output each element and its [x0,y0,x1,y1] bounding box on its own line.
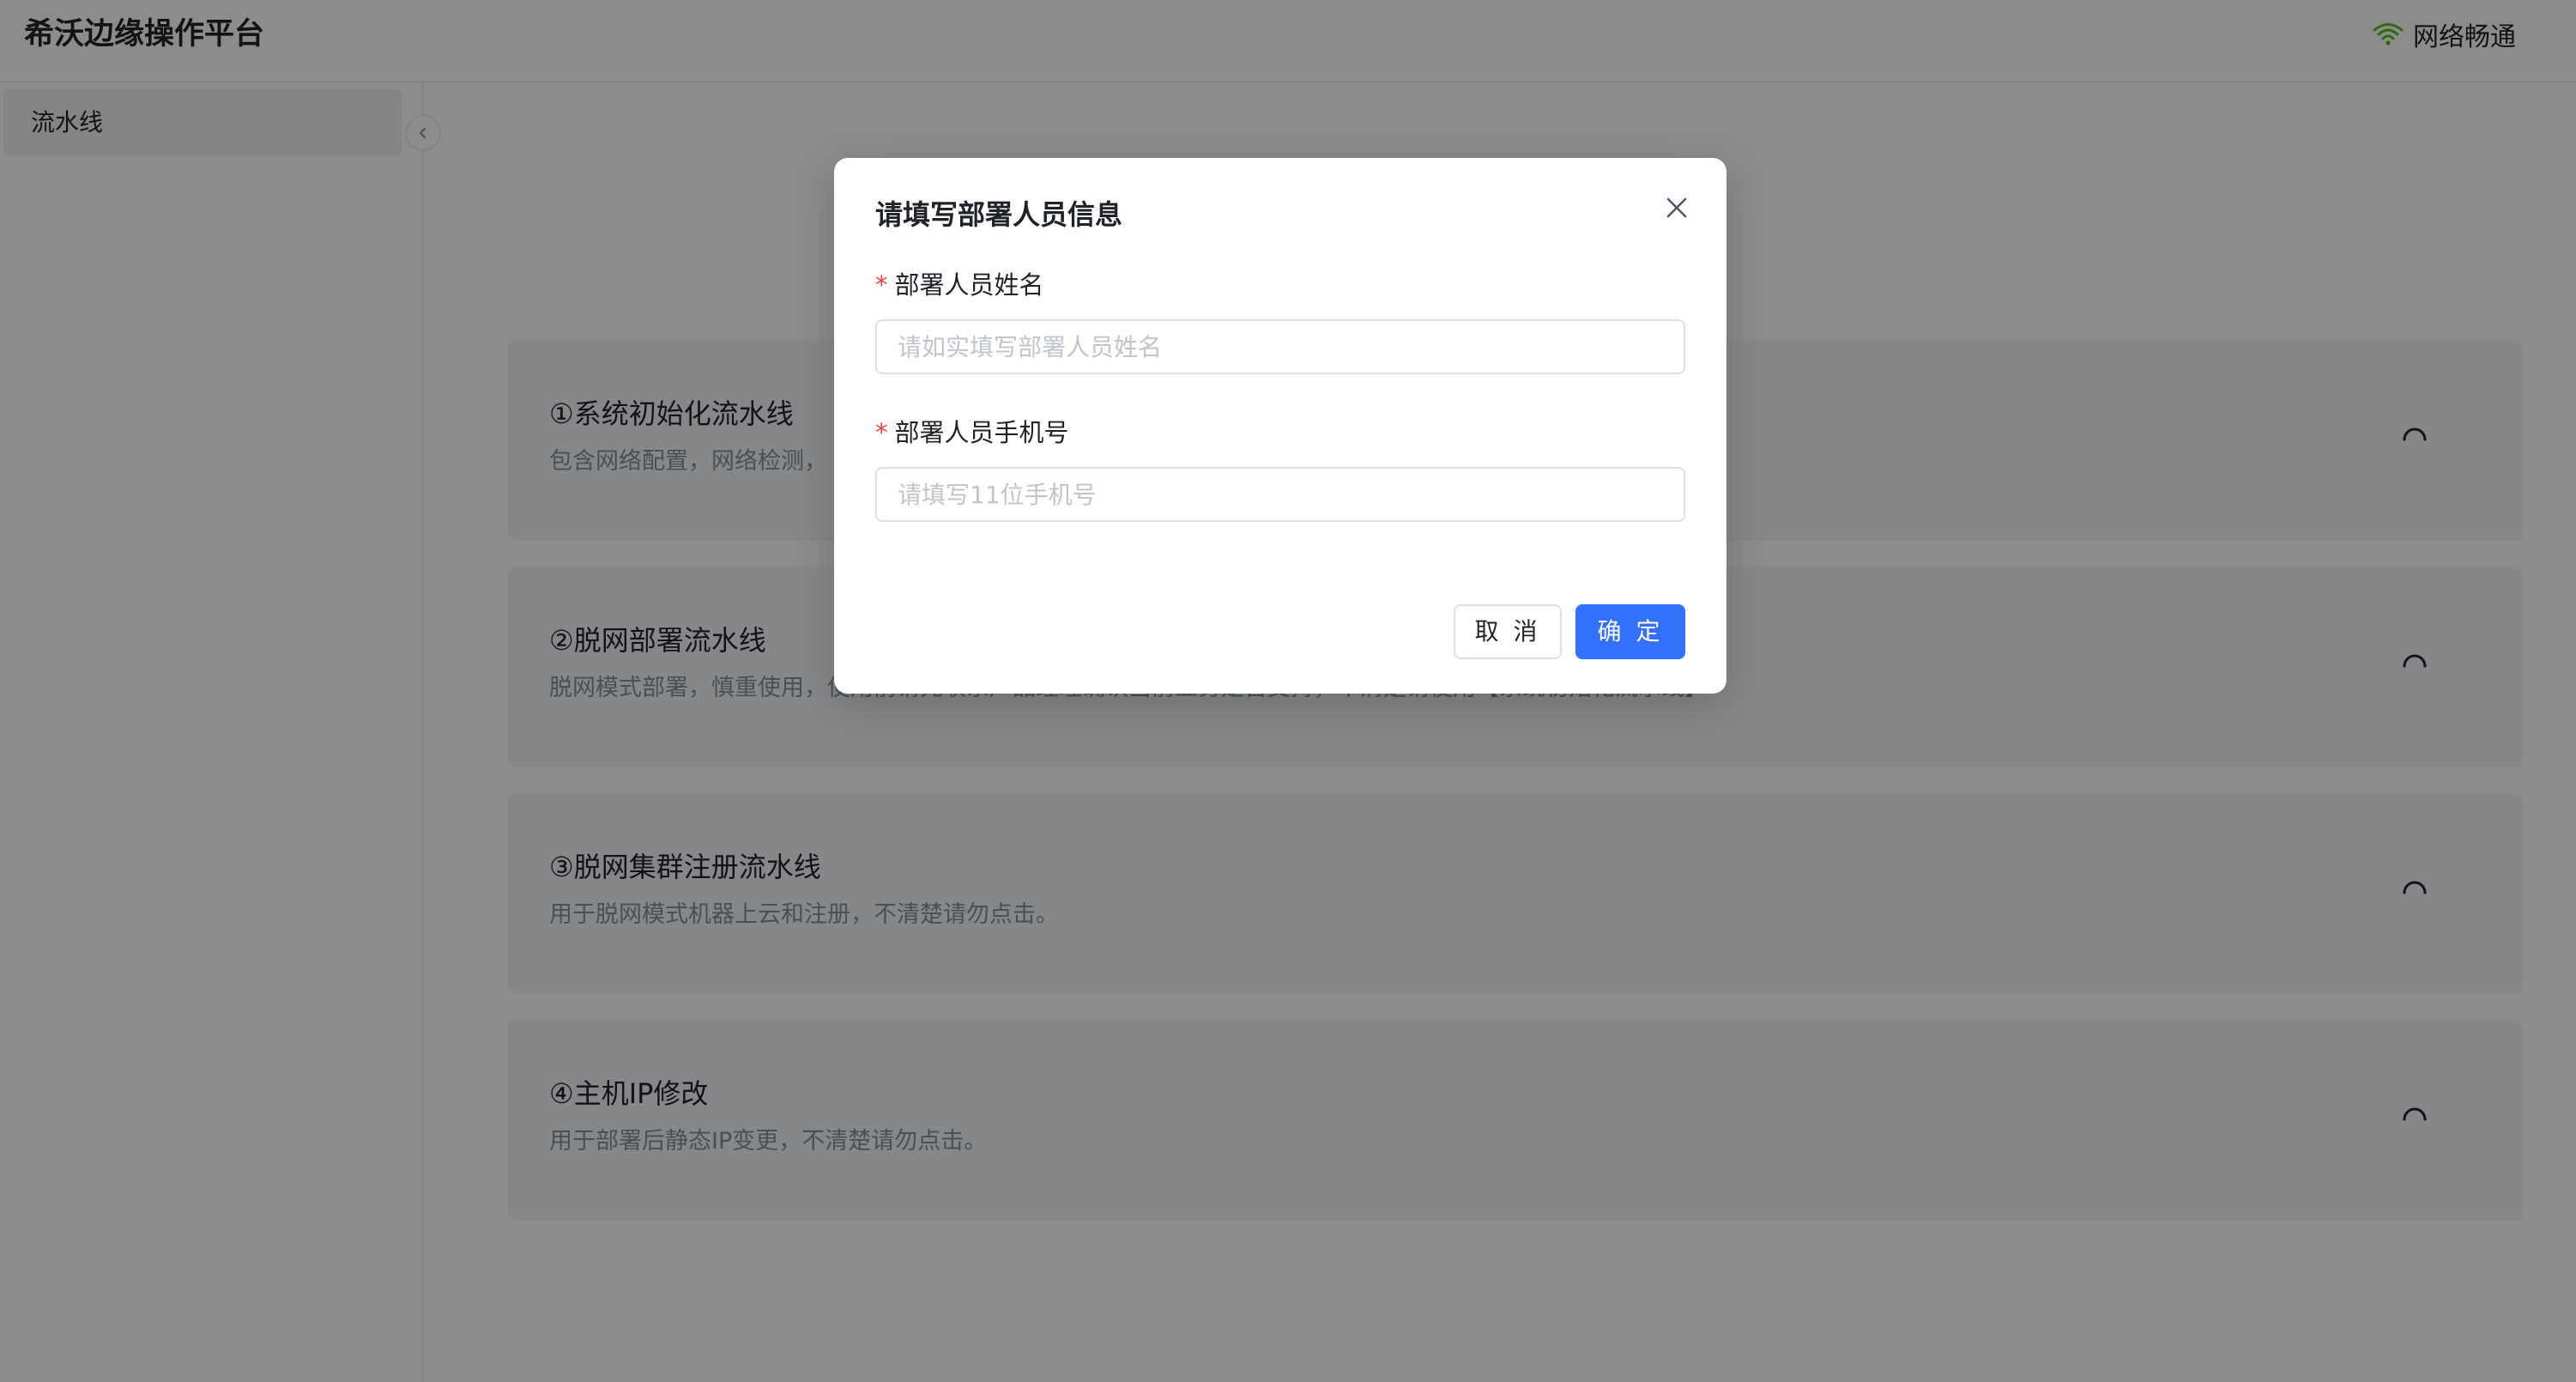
required-mark: * [875,270,888,300]
confirm-button[interactable]: 确 定 [1575,604,1685,659]
name-label-text: 部署人员姓名 [894,270,1044,300]
deployer-info-dialog: 请填写部署人员信息 *部署人员姓名 *部署人员手机号 取 消 确 定 [834,158,1726,694]
deployer-phone-input[interactable] [875,467,1685,522]
cancel-button[interactable]: 取 消 [1454,604,1562,659]
name-field-label: * 部署人员姓名 [875,268,1044,302]
deployer-name-input[interactable] [875,319,1685,374]
phone-label-text: 部署人员手机号 [894,418,1069,447]
phone-field-label: * 部署人员手机号 [875,415,1069,450]
dialog-title: 请填写部署人员信息 [875,198,1123,231]
required-mark: * [875,418,888,447]
close-icon[interactable] [1661,192,1692,223]
app-root: 希沃边缘操作平台 网络畅通 流水线 ①系统初始化流水线 包含网络配置，网络检测， [0,0,2576,1382]
